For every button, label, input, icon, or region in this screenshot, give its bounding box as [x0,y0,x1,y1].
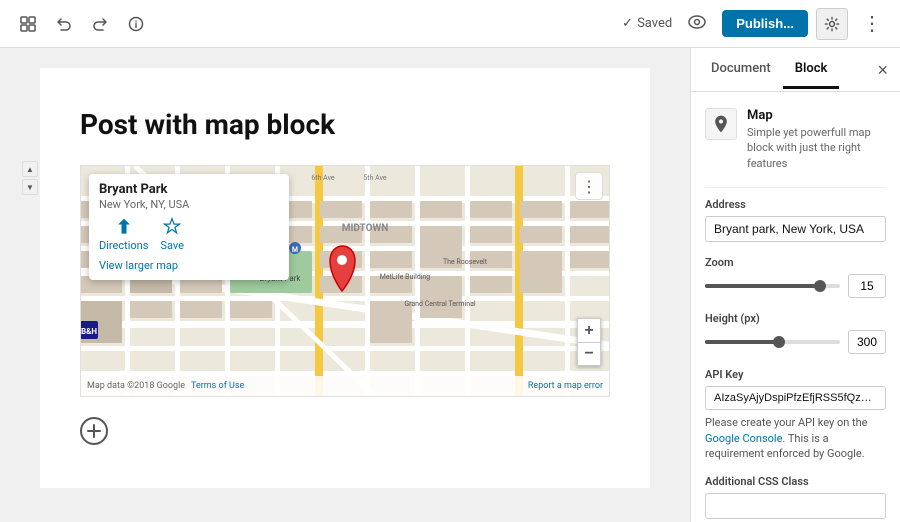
view-larger-map-link[interactable]: View larger map [99,259,178,272]
map-footer: Map data ©2018 Google Terms of Use Repor… [81,376,609,396]
settings-button[interactable] [816,8,848,40]
zoom-row [705,274,886,298]
css-class-input[interactable] [705,493,886,519]
height-row [705,330,886,354]
api-key-input[interactable] [705,386,886,410]
api-key-label: API Key [705,368,886,381]
block-arrows: ▲ ▼ [22,161,38,195]
height-value-input[interactable] [848,330,886,354]
saved-status: ✓ Saved [622,16,672,31]
svg-text:5th Ave: 5th Ave [363,174,387,182]
block-down-arrow[interactable]: ▼ [22,179,38,195]
redo-button[interactable] [84,8,116,40]
svg-text:The Roosevelt: The Roosevelt [443,258,488,266]
svg-text:i: i [135,20,138,31]
editor-content: ▲ ▼ Post with map block ⋮ [40,68,650,488]
zoom-out-button[interactable]: − [577,342,601,366]
block-name: Map [747,108,886,123]
zoom-in-button[interactable]: + [577,318,601,342]
tab-document[interactable]: Document [699,51,783,89]
save-action[interactable]: Save [160,217,184,252]
fake-map: W 40th St W 39th St W 38th St 5th Ave 6t… [81,166,609,396]
svg-text:M: M [292,246,298,254]
height-field-group: Height (px) [705,312,886,354]
css-class-label: Additional CSS Class [705,475,886,488]
sidebar-close-button[interactable]: × [873,57,892,83]
add-block-button[interactable] [80,417,108,445]
sidebar-content: Map Simple yet powerfull map block with … [691,92,900,522]
undo-button[interactable] [48,8,80,40]
zoom-field-group: Zoom [705,256,886,298]
sidebar-divider-1 [705,187,886,188]
map-report[interactable]: Report a map error [528,381,603,391]
editor-area: ▲ ▼ Post with map block ⋮ [0,48,690,522]
check-icon: ✓ [622,16,633,31]
block-icon-thumb [705,108,737,140]
height-label: Height (px) [705,312,886,325]
zoom-value-input[interactable] [848,274,886,298]
toolbar-left: i [12,8,152,40]
zoom-label: Zoom [705,256,886,269]
map-popup-subtitle: New York, NY, USA [99,198,279,211]
api-key-field-group: API Key Please create your API key on th… [705,368,886,461]
google-console-link[interactable]: Google Console [705,432,782,445]
map-zoom-controls: + − [577,318,601,366]
block-info-text: Map Simple yet powerfull map block with … [747,108,886,171]
tab-block[interactable]: Block [783,51,840,89]
toolbar-right: ✓ Saved Publish... ⋮ [622,8,888,40]
map-data-credit: Map data ©2018 Google [87,381,185,391]
info-button[interactable]: i [120,8,152,40]
map-block: ⋮ [80,165,610,397]
directions-action[interactable]: Directions [99,217,148,252]
sidebar: Document Block × Map Simple yet powerful… [690,48,900,522]
add-block-toolbar-button[interactable] [12,8,44,40]
map-terms[interactable]: Terms of Use [191,381,244,391]
post-title: Post with map block [80,108,610,141]
publish-button[interactable]: Publish... [722,10,808,37]
height-slider[interactable] [705,340,840,344]
svg-text:B&H: B&H [81,327,97,336]
map-popup: Bryant Park New York, NY, USA Directions [89,174,289,280]
map-block-more-button[interactable]: ⋮ [575,172,603,200]
block-info-row: Map Simple yet powerfull map block with … [705,108,886,171]
svg-text:MIDTOWN: MIDTOWN [342,223,389,234]
css-class-field-group: Additional CSS Class [705,475,886,519]
address-label: Address [705,198,886,211]
preview-button[interactable] [680,9,714,38]
address-field-group: Address [705,198,886,242]
map-popup-title: Bryant Park [99,182,279,197]
more-options-button[interactable]: ⋮ [856,8,888,40]
map-popup-actions: Directions Save [99,217,279,252]
main-layout: ▲ ▼ Post with map block ⋮ [0,48,900,522]
svg-text:Grand Central Terminal: Grand Central Terminal [404,300,476,308]
toolbar: i ✓ Saved Publish... ⋮ [0,0,900,48]
address-input[interactable] [705,216,886,242]
block-up-arrow[interactable]: ▲ [22,161,38,177]
zoom-slider[interactable] [705,284,840,288]
svg-text:MetLife Building: MetLife Building [380,273,431,281]
api-note: Please create your API key on the Google… [705,415,886,461]
svg-text:6th Ave: 6th Ave [311,174,335,182]
map-block-toolbar: ⋮ [575,172,603,200]
block-description: Simple yet powerfull map block with just… [747,125,886,171]
sidebar-tabs: Document Block × [691,48,900,92]
